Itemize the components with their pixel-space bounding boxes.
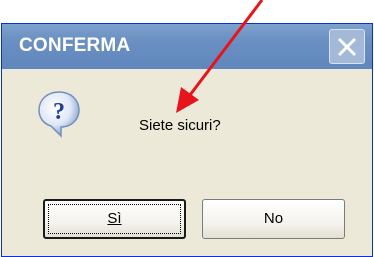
title-bar[interactable]: CONFERMA [2,24,372,69]
yes-button[interactable]: Sì [43,199,186,239]
dialog-body: ? Siete sicuri? Sì No [2,69,372,256]
no-button[interactable]: No [202,199,345,239]
svg-text:?: ? [53,99,65,125]
no-button-label: No [263,210,284,227]
close-button[interactable] [329,29,365,64]
confirmation-message: Siete sicuri? [139,117,221,134]
yes-button-label: Sì [107,210,122,227]
close-icon [337,37,357,57]
question-icon: ? [38,91,80,138]
confirm-dialog: CONFERMA ? Siete sicuri? Sì No [1,23,373,257]
dialog-title: CONFERMA [19,35,131,56]
screenshot-stage: CONFERMA ? Siete sicuri? Sì No [0,0,374,257]
